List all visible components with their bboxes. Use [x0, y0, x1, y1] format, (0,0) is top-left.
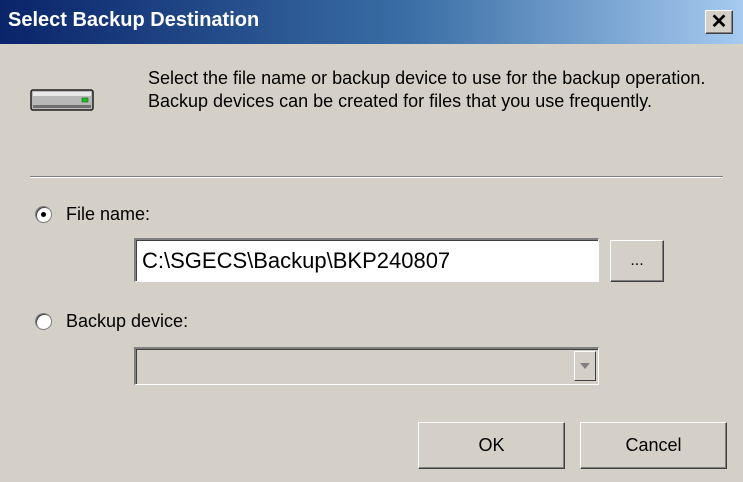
dialog-title: Select Backup Destination: [8, 9, 260, 31]
description-text: Select the file name or backup device to…: [148, 68, 706, 111]
browse-button[interactable]: ...: [610, 240, 664, 282]
close-icon: ✕: [710, 11, 728, 33]
file-name-label[interactable]: File name:: [66, 204, 150, 225]
backup-device-radio[interactable]: [35, 313, 52, 330]
cancel-button-label: Cancel: [625, 435, 682, 455]
backup-destination-dialog: Select Backup Destination ✕ Select the f…: [0, 0, 743, 482]
ok-button-label: OK: [478, 435, 505, 455]
backup-device-select: [134, 347, 599, 385]
browse-button-label: ...: [630, 252, 644, 269]
separator: [30, 176, 723, 178]
backup-device-label[interactable]: Backup device:: [66, 311, 188, 332]
title-bar[interactable]: Select Backup Destination ✕: [0, 0, 743, 44]
dropdown-button: [574, 351, 596, 381]
file-name-input[interactable]: C:\SGECS\Backup\BKP240807: [134, 238, 599, 282]
hard-drive-icon: [30, 87, 94, 118]
close-button[interactable]: ✕: [705, 10, 733, 34]
ok-button[interactable]: OK: [418, 422, 565, 469]
file-name-radio[interactable]: [35, 206, 52, 223]
chevron-down-icon: [580, 363, 590, 369]
cancel-button[interactable]: Cancel: [580, 422, 727, 469]
radio-selected-dot: [41, 212, 46, 217]
